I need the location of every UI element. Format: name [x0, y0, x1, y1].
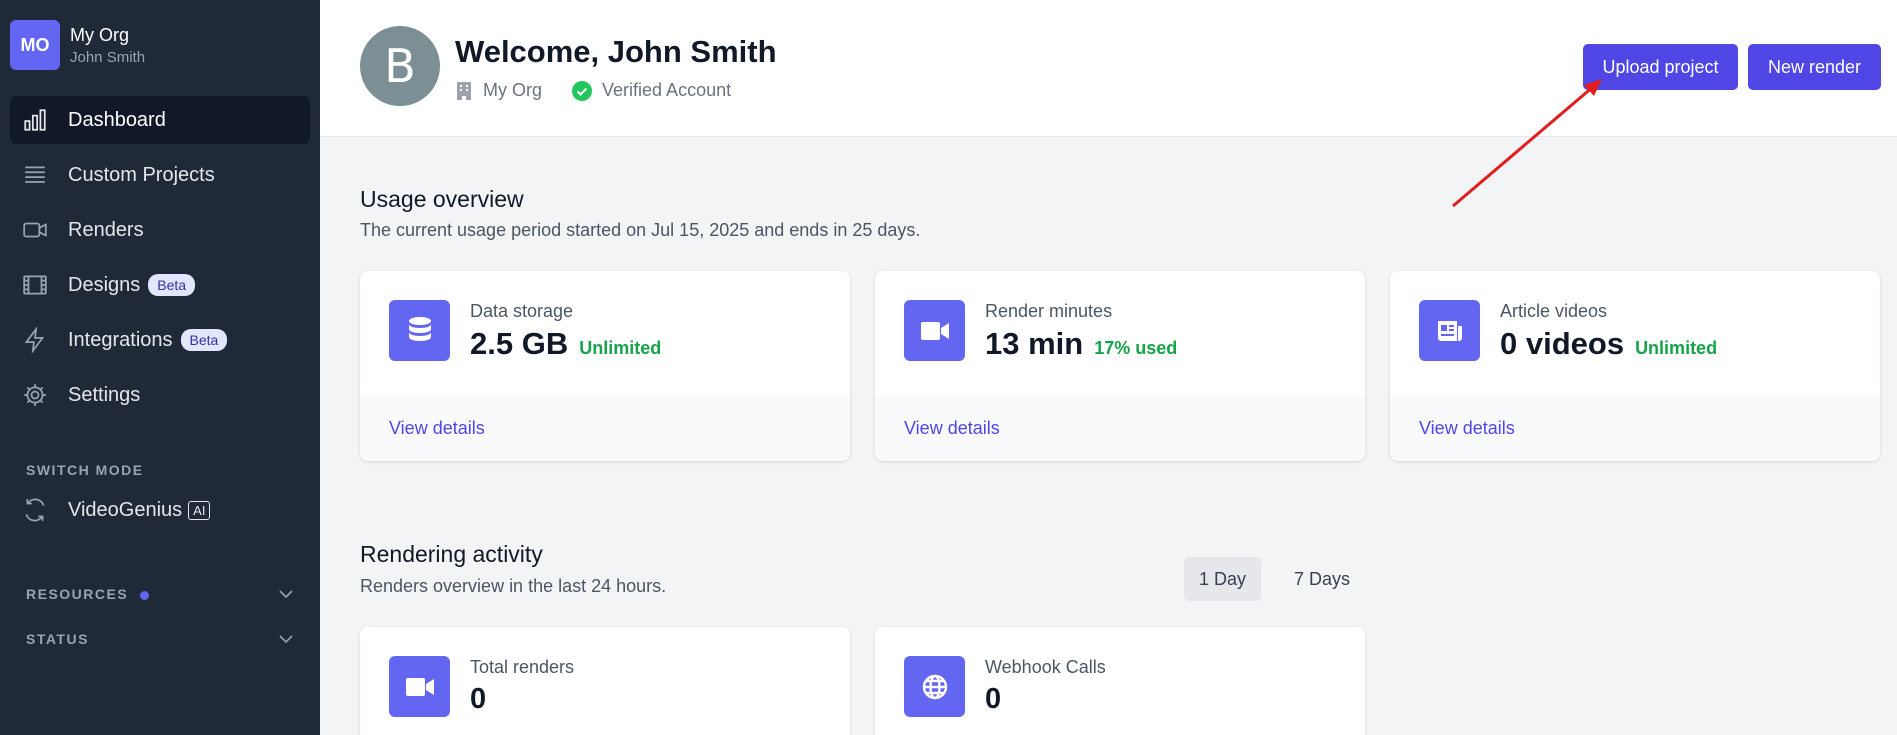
sidebar-item-settings[interactable]: Settings [10, 371, 310, 419]
org-name: My Org [70, 24, 130, 45]
card-label: Render minutes [985, 301, 1113, 321]
activity-subtitle: Renders overview in the last 24 hours. [360, 576, 667, 596]
render-minutes-card: Render minutes 13 min 17% used View detai… [875, 271, 1365, 461]
org-label: My Org [483, 80, 543, 100]
org-switcher[interactable]: MO My Org John Smith [10, 20, 145, 70]
card-label: Webhook Calls [985, 657, 1106, 677]
usage-subtitle: The current usage period started on Jul … [360, 220, 921, 240]
org-user-name: John Smith [70, 48, 146, 66]
ai-badge: AI [188, 500, 211, 520]
new-render-button[interactable]: New render [1748, 44, 1881, 90]
data-storage-card: Data storage 2.5 GB Unlimited View detail… [360, 271, 850, 461]
card-label: Article videos [1500, 301, 1608, 321]
sidebar-item-renders[interactable]: Renders [10, 206, 310, 254]
card-value: 0 [985, 683, 1002, 715]
video-camera-icon [23, 222, 47, 238]
sidebar-item-integrations[interactable]: Integrations Beta [10, 316, 310, 364]
status-label: STATUS [26, 631, 89, 647]
sidebar-item-designs[interactable]: Designs Beta [10, 261, 310, 309]
video-camera-icon [389, 656, 450, 717]
page-header: B Welcome, John Smith My Org Verified Ac… [320, 0, 1897, 137]
usage-title: Usage overview [360, 186, 524, 212]
status-badge: Unlimited [579, 338, 662, 358]
activity-title: Rendering activity [360, 541, 543, 567]
beta-badge: Beta [180, 329, 228, 351]
sidebar-item-label: Settings [68, 383, 141, 406]
card-label: Data storage [470, 301, 574, 321]
status-badge: 17% used [1094, 338, 1178, 358]
lightning-icon [24, 327, 45, 353]
view-details-link[interactable]: View details [389, 418, 485, 439]
card-value: 2.5 GB [470, 326, 569, 361]
switch-mode-label: SWITCH MODE [26, 462, 144, 478]
status-badge: Unlimited [1635, 338, 1718, 358]
sidebar-item-label: VideoGenius [68, 498, 183, 521]
sidebar-item-label: Integrations [68, 328, 173, 351]
verified-label: Verified Account [602, 80, 732, 100]
sidebar-item-label: Custom Projects [68, 163, 215, 186]
range-1-day-button[interactable]: 1 Day [1184, 557, 1261, 601]
list-icon [25, 166, 45, 183]
film-icon [23, 275, 47, 295]
sidebar-item-custom-projects[interactable]: Custom Projects [10, 151, 310, 199]
database-icon [389, 300, 450, 361]
check-circle-icon [572, 80, 593, 101]
sidebar-item-label: Designs [68, 273, 141, 296]
resources-toggle[interactable]: RESOURCES [26, 586, 294, 602]
avatar: B [360, 26, 440, 106]
total-renders-card: Total renders 0 [360, 627, 850, 735]
org-avatar: MO [10, 20, 60, 70]
annotation-arrow [1452, 79, 1602, 208]
view-details-link[interactable]: View details [1419, 418, 1515, 439]
card-value: 13 min [985, 326, 1084, 361]
account-meta: My Org Verified Account [455, 80, 731, 101]
notification-dot [140, 590, 150, 600]
view-details-link[interactable]: View details [904, 418, 1000, 439]
sidebar-item-dashboard[interactable]: Dashboard [10, 96, 310, 144]
card-value: 0 [470, 683, 487, 715]
gear-icon [24, 384, 46, 406]
video-camera-icon [904, 300, 965, 361]
sidebar-item-videogenius[interactable]: VideoGenius AI [10, 486, 310, 534]
chevron-down-icon [279, 590, 293, 599]
article-videos-card: Article videos 0 videos Unlimited View de… [1390, 271, 1880, 461]
range-7-days-button[interactable]: 7 Days [1283, 557, 1361, 601]
chevron-down-icon [279, 635, 293, 644]
sidebar: MO My Org John Smith Dashboard Custom Pr… [0, 0, 320, 735]
newspaper-icon [1419, 300, 1480, 361]
sidebar-nav: Dashboard Custom Projects Renders Design… [10, 96, 310, 426]
beta-badge: Beta [148, 274, 196, 296]
webhook-calls-card: Webhook Calls 0 [875, 627, 1365, 735]
globe-icon [904, 656, 965, 717]
sidebar-item-label: Renders [68, 218, 144, 241]
card-value: 0 videos [1500, 326, 1625, 361]
building-icon [457, 81, 471, 100]
bar-chart-icon [24, 109, 46, 131]
refresh-icon [25, 498, 45, 522]
page-title: Welcome, John Smith [455, 34, 777, 69]
card-label: Total renders [470, 657, 575, 677]
status-toggle[interactable]: STATUS [26, 631, 294, 647]
sidebar-item-label: Dashboard [68, 108, 166, 131]
resources-label: RESOURCES [26, 586, 129, 602]
